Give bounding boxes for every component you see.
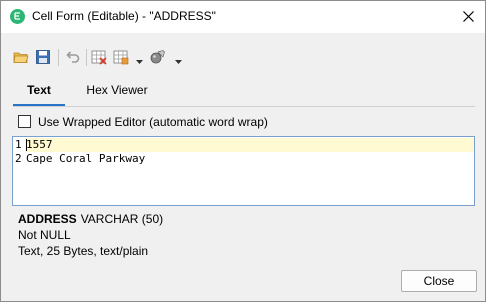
cell-form-window: Cell Form (Editable) - "ADDRESS" Text He… — [0, 0, 486, 302]
current-line-highlight — [25, 138, 474, 152]
toolbar — [11, 47, 211, 69]
toolbar-separator — [86, 49, 87, 66]
undo-button[interactable] — [63, 47, 83, 67]
tab-bar: Text Hex Viewer — [13, 79, 475, 107]
tab-text[interactable]: Text — [13, 79, 65, 105]
grid-options-button[interactable] — [111, 47, 131, 67]
field-name: ADDRESS — [18, 212, 77, 226]
grid-options-icon — [113, 50, 129, 65]
window-title: Cell Form (Editable) - "ADDRESS" — [32, 9, 216, 23]
close-button[interactable]: Close — [401, 270, 477, 292]
wrapped-editor-label[interactable]: Use Wrapped Editor (automatic word wrap) — [38, 115, 268, 129]
editor-line[interactable]: 1557 — [26, 138, 53, 152]
open-folder-icon — [13, 52, 29, 63]
undo-icon — [66, 51, 80, 63]
open-button[interactable] — [11, 47, 31, 67]
wrapped-editor-option[interactable]: Use Wrapped Editor (automatic word wrap) — [18, 115, 318, 131]
wrench-ball-icon — [150, 50, 165, 64]
save-button[interactable] — [33, 47, 53, 67]
text-caret — [26, 139, 27, 151]
field-nullability: Not NULL — [18, 228, 71, 242]
toolbar-separator — [58, 49, 59, 66]
line-number-gutter: 1 2 — [13, 137, 25, 205]
app-logo-icon — [10, 9, 25, 24]
window-close-button[interactable] — [451, 1, 485, 33]
line-number: 2 — [15, 152, 22, 165]
editor-line[interactable]: Cape Coral Parkway — [26, 152, 145, 166]
field-type: VARCHAR (50) — [80, 212, 164, 226]
title-bar: Cell Form (Editable) - "ADDRESS" — [1, 1, 485, 33]
tools-button[interactable] — [148, 47, 168, 67]
clear-grid-button[interactable] — [89, 47, 109, 67]
grid-delete-icon — [91, 50, 107, 65]
chevron-down-icon[interactable] — [175, 54, 182, 64]
chevron-down-icon[interactable] — [136, 54, 143, 64]
field-header: ADDRESS VARCHAR (50) — [18, 212, 163, 226]
tab-hex-viewer[interactable]: Hex Viewer — [77, 79, 157, 105]
line-number: 1 — [15, 138, 22, 151]
tab-divider — [13, 106, 475, 107]
wrapped-editor-checkbox[interactable] — [18, 115, 31, 128]
save-disk-icon — [36, 50, 50, 64]
content-summary: Text, 25 Bytes, text/plain — [18, 244, 149, 258]
text-editor[interactable]: 1 2 1557 Cape Coral Parkway — [12, 136, 475, 206]
close-icon — [463, 11, 474, 22]
